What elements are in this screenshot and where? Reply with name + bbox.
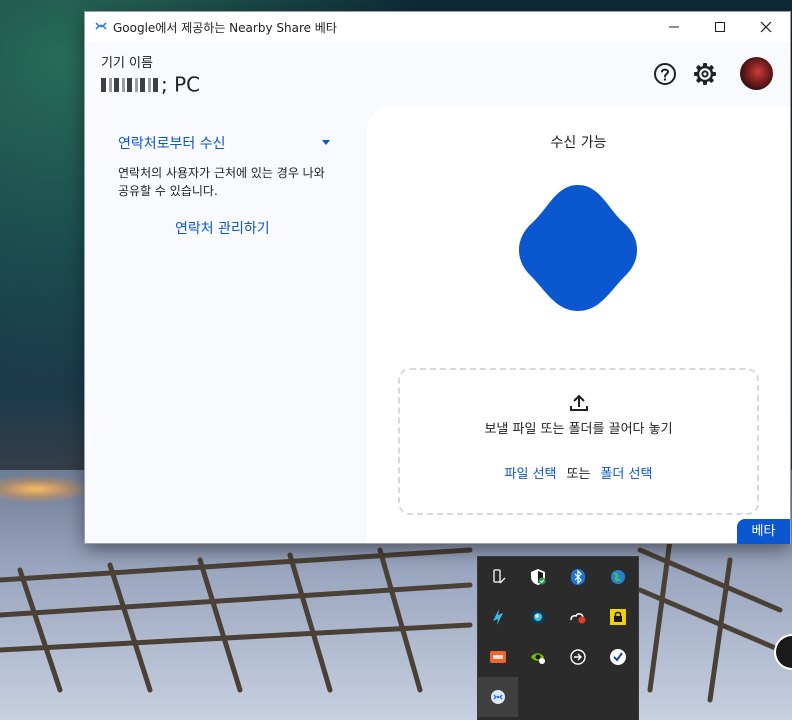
orb-icon	[531, 610, 545, 624]
file-drop-zone[interactable]: 보낼 파일 또는 폴더를 끌어다 놓기 파일 선택 또는 폴더 선택	[398, 368, 759, 515]
select-options: 파일 선택 또는 폴더 선택	[400, 463, 757, 482]
close-icon	[760, 21, 772, 33]
title-bar[interactable]: Google에서 제공하는 Nearby Share 베타	[85, 12, 790, 42]
maximize-button[interactable]	[697, 12, 743, 42]
checkmark-icon	[610, 649, 626, 665]
tray-lock[interactable]	[598, 597, 638, 637]
manage-contacts-link[interactable]: 연락처 관리하기	[175, 218, 270, 238]
tray-arrow-app[interactable]	[478, 597, 518, 637]
device-name: ; PC	[101, 71, 200, 97]
tray-nvidia[interactable]	[518, 637, 558, 677]
receive-panel: 수신 가능 보낼 파일 또는 폴더를 끌어다 놓기 파일 선택 또는 폴더 선택	[367, 106, 790, 543]
nearby-share-icon	[95, 22, 107, 30]
or-text: 또는	[566, 467, 591, 482]
nearby-share-window: Google에서 제공하는 Nearby Share 베타 기기 이름 ; PC	[85, 12, 790, 543]
select-file-link[interactable]: 파일 선택	[505, 467, 557, 482]
account-avatar[interactable]	[740, 57, 773, 90]
cloud-sync-icon	[570, 613, 586, 624]
minimize-icon	[669, 26, 679, 28]
arrow-circle-icon	[570, 649, 586, 665]
drop-instructions: 보낼 파일 또는 폴더를 끌어다 놓기	[484, 422, 673, 437]
bluetooth-icon	[571, 569, 585, 585]
visibility-dropdown[interactable]: 연락처로부터 수신	[118, 133, 226, 153]
windows-security-icon	[531, 569, 546, 585]
tray-cloud-sync[interactable]	[558, 597, 598, 637]
system-tray-overflow	[478, 557, 638, 720]
wallpaper-village-lights	[0, 476, 90, 502]
visibility-description: 연락처의 사용자가 근처에 있는 경우 나와 공유할 수 있습니다.	[118, 166, 325, 198]
nearby-share-icon	[491, 690, 505, 704]
tray-globe[interactable]	[598, 557, 638, 597]
wallpaper-fence	[0, 540, 783, 703]
beta-badge: 베타	[737, 519, 790, 544]
receive-status: 수신 가능	[550, 135, 607, 151]
help-icon[interactable]	[652, 61, 678, 87]
maximize-icon	[715, 22, 725, 32]
nearby-status-blob-icon	[518, 185, 638, 311]
device-name-suffix: ; PC	[161, 72, 201, 97]
arrow-app-icon	[493, 609, 503, 625]
tray-office[interactable]	[478, 637, 518, 677]
gear-icon[interactable]	[692, 61, 718, 87]
upload-icon	[570, 394, 588, 411]
tray-windows-security[interactable]	[518, 557, 558, 597]
tray-checkmark[interactable]	[598, 637, 638, 677]
select-folder-link[interactable]: 폴더 선택	[600, 467, 652, 482]
usb-eject-icon	[493, 569, 506, 584]
tray-arrow-circle[interactable]	[558, 637, 598, 677]
globe-icon	[611, 570, 625, 584]
tray-bluetooth[interactable]	[558, 557, 598, 597]
nvidia-icon	[531, 653, 545, 664]
tray-nearby-share[interactable]	[478, 677, 518, 717]
tray-orb[interactable]	[518, 597, 558, 637]
minimize-button[interactable]	[651, 12, 697, 42]
office-icon	[490, 651, 506, 663]
redacted-name	[101, 77, 159, 92]
tray-usb-eject[interactable]	[478, 557, 518, 597]
chevron-down-icon[interactable]	[322, 140, 330, 145]
window-title: Google에서 제공하는 Nearby Share 베타	[113, 21, 337, 35]
close-button[interactable]	[743, 12, 789, 42]
device-name-label: 기기 이름	[101, 56, 153, 71]
lock-icon	[610, 609, 626, 625]
